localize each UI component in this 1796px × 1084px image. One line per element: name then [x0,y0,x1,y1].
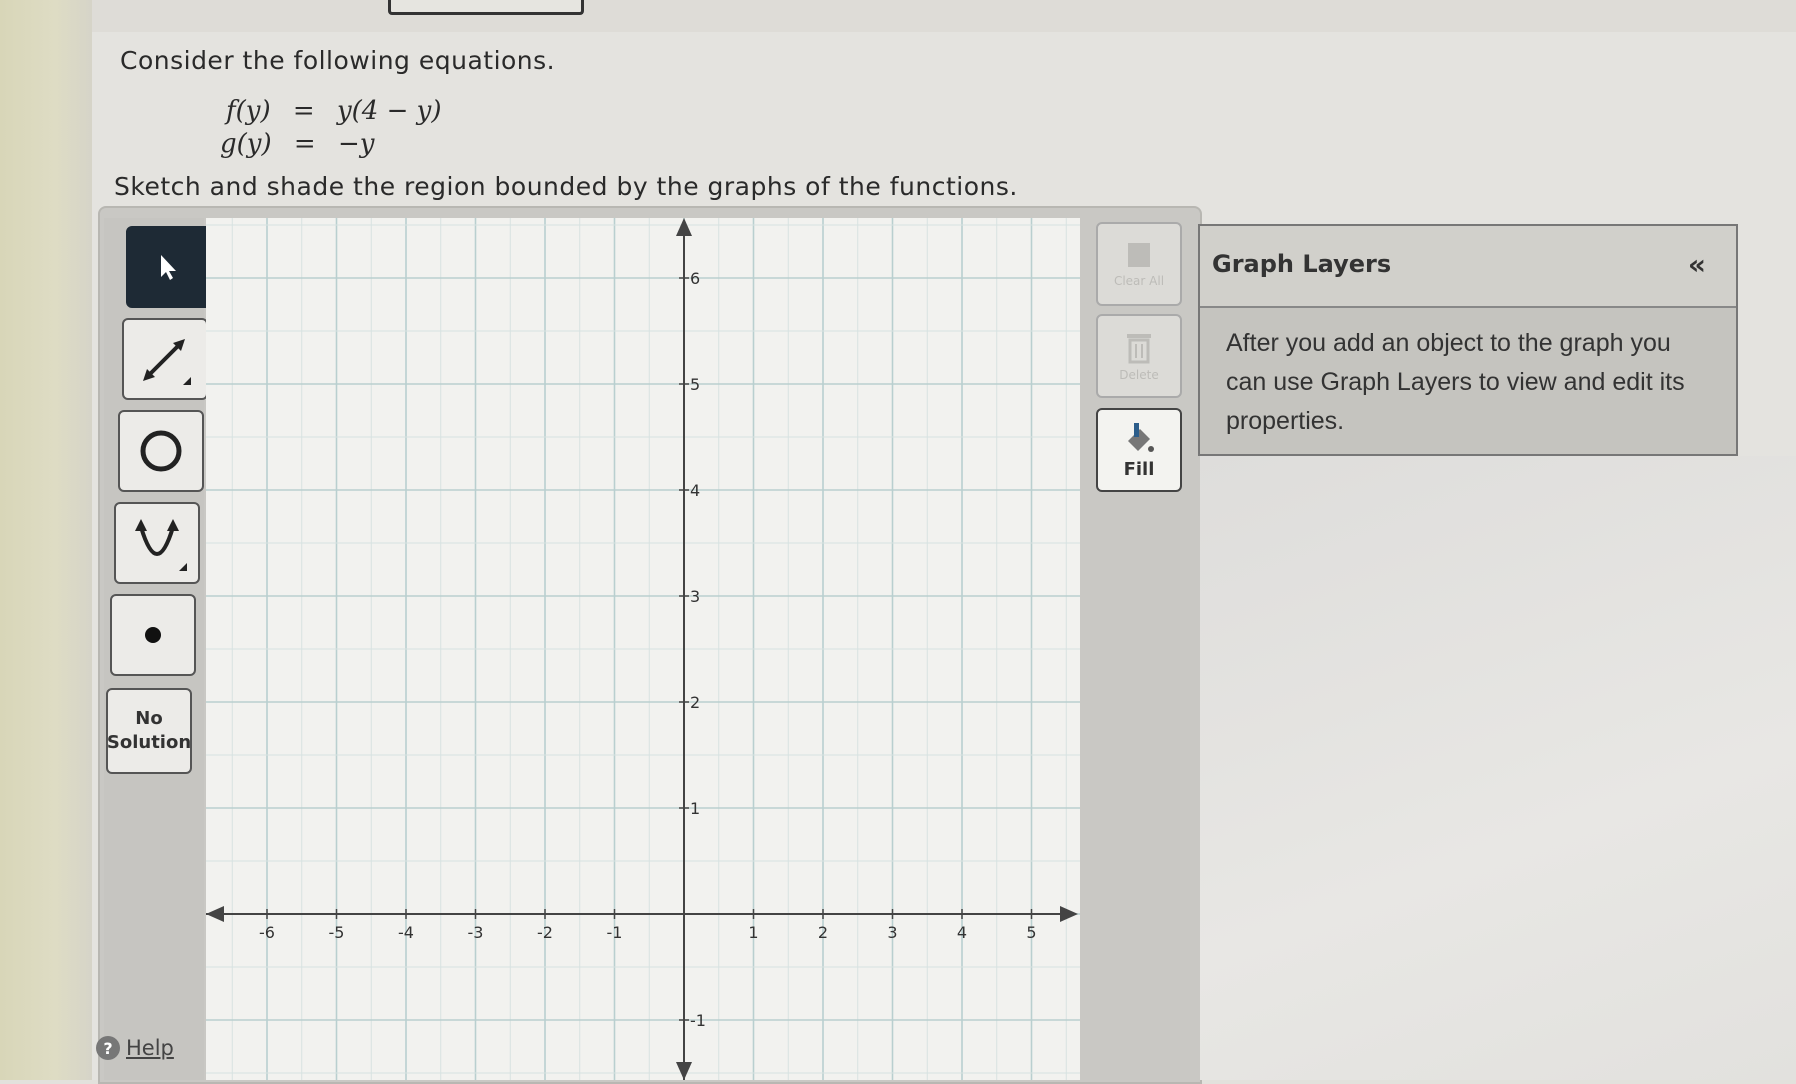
x-tick-label: -3 [468,923,484,942]
x-tick-label: -1 [607,923,623,942]
x-tick-label: -4 [398,923,414,942]
equation-g-lhs: g(y) [220,129,272,159]
graph-layers-message: After you add an object to the graph you… [1226,329,1685,435]
equation-g-equals: = [293,129,316,159]
line-ray-icon [143,339,191,385]
pointer-arrow-icon [161,255,176,280]
point-tool-button[interactable] [110,594,196,676]
help-link[interactable]: ? Help [96,1036,174,1060]
paint-bucket-icon [1128,422,1154,452]
fill-button[interactable]: Fill [1096,408,1182,492]
y-tick-label: 2 [690,693,700,712]
x-tick-label: 1 [748,923,758,942]
graph-canvas[interactable]: -6 -5 -4 -3 -2 -1 1 2 3 4 5 6 5 4 3 2 1 -1 [206,218,1080,1080]
clear-all-button[interactable]: Clear All [1096,222,1182,306]
point-icon [145,627,161,643]
equation-f-lhs: f(y) [226,96,271,126]
equation-f-equals: = [292,96,315,126]
clear-all-label: Clear All [1113,274,1165,288]
line-tool-button[interactable] [122,318,208,400]
equation-g-rhs: −y [337,129,375,159]
parabola-icon [135,519,187,571]
clear-all-icon [1128,243,1150,267]
equation-g: g(y) = −y [220,129,374,159]
x-axis-arrow-right [1060,906,1078,922]
empty-workspace [1200,456,1796,1080]
x-tick-label: 3 [887,923,897,942]
circle-tool-button[interactable] [118,410,204,492]
coordinate-grid[interactable]: -6 -5 -4 -3 -2 -1 1 2 3 4 5 6 5 4 3 2 1 -1 [206,218,1080,1080]
fill-label: Fill [1123,458,1155,480]
no-solution-button[interactable]: No Solution [106,688,192,774]
y-tick-label: 6 [690,269,700,288]
y-tick-label: 4 [690,481,700,500]
graph-actions-column: Clear All Delete Fill [1088,218,1188,1080]
y-axis-arrow-down [676,1062,692,1080]
y-tick-label: 5 [690,375,700,394]
equation-f: f(y) = y(4 − y) [226,96,441,126]
y-tick-label: 3 [690,587,700,606]
no-solution-label: No Solution [106,708,192,753]
graph-layers-panel: Graph Layers « After you add an object t… [1198,224,1738,456]
delete-label: Delete [1119,368,1159,382]
pointer-tool-button[interactable] [126,226,212,308]
y-tick-label: -1 [690,1011,706,1030]
collapse-icon[interactable]: « [1688,248,1706,281]
graph-layers-title: Graph Layers [1212,250,1392,278]
problem-instruction: Sketch and shade the region bounded by t… [114,172,1018,201]
page-left-margin [0,0,92,1080]
graph-toolbar: No Solution [104,218,212,1080]
help-icon: ? [96,1036,120,1060]
x-tick-label: -5 [329,923,345,942]
equation-f-rhs: y(4 − y) [336,96,442,126]
top-tab[interactable] [388,0,584,15]
x-tick-label: 2 [818,923,828,942]
graph-layers-header: Graph Layers « [1200,226,1736,308]
circle-icon [140,430,182,472]
y-tick-label: 1 [690,799,700,818]
x-tick-label: -6 [259,923,275,942]
delete-button[interactable]: Delete [1096,314,1182,398]
x-tick-label: 5 [1026,923,1036,942]
x-tick-label: 4 [957,923,967,942]
x-axis-arrow-left [206,906,224,922]
top-band [92,0,1796,32]
y-axis-arrow-up [676,218,692,236]
problem-prompt: Consider the following equations. [120,46,556,75]
help-label: Help [126,1036,174,1060]
parabola-tool-button[interactable] [114,502,200,584]
x-tick-label: -2 [537,923,553,942]
trash-icon [1127,334,1151,364]
